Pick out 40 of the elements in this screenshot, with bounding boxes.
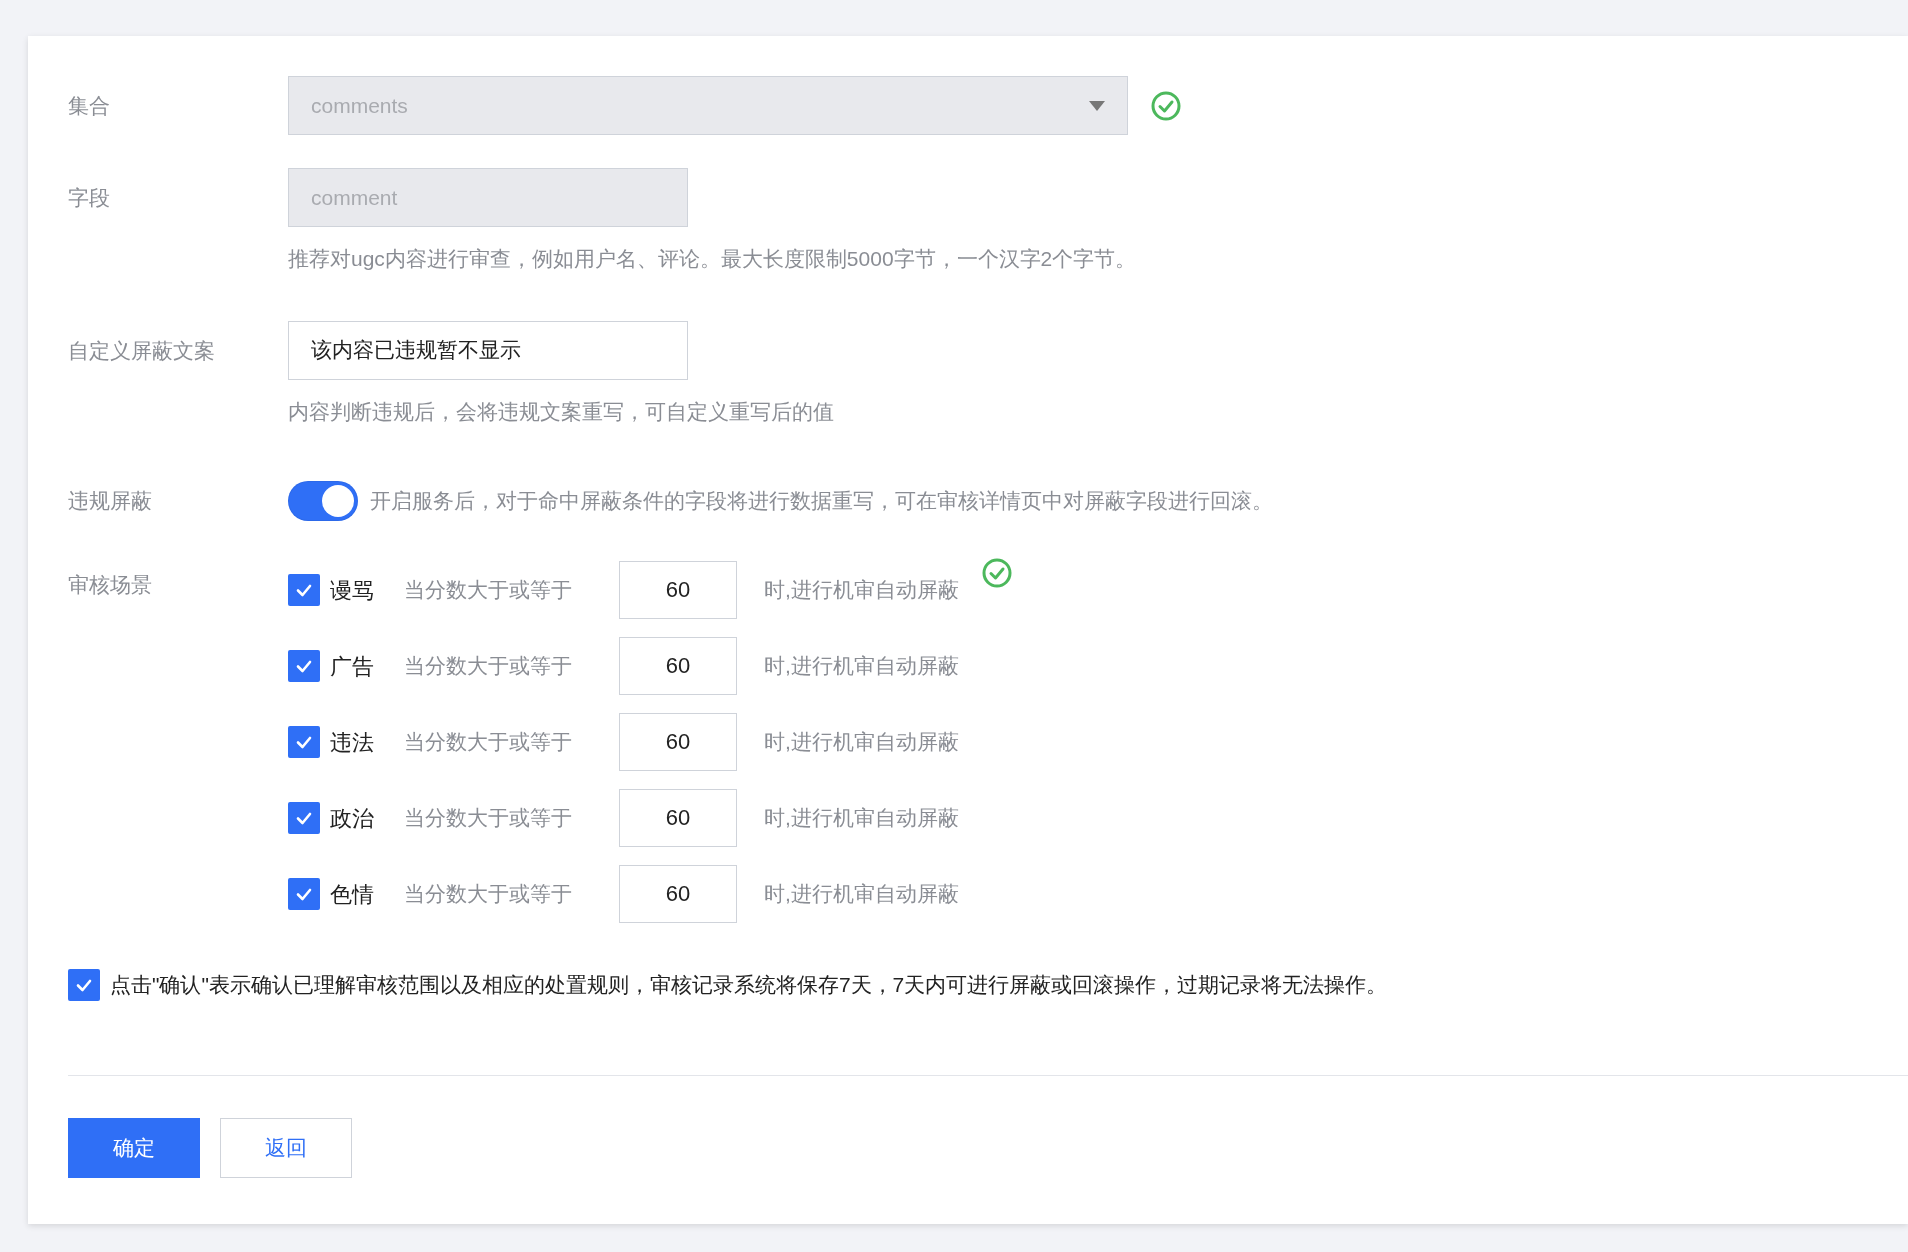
condition-text: 当分数大于或等于: [404, 653, 573, 680]
form-label: 集合: [68, 94, 110, 117]
condition-text: 时,进行机审自动屏蔽: [764, 577, 959, 604]
checkbox[interactable]: [288, 650, 320, 682]
checkbox[interactable]: [68, 969, 100, 1001]
checkbox[interactable]: [288, 726, 320, 758]
text-field[interactable]: 该内容已违规暂不显示: [288, 320, 688, 380]
score-field[interactable]: 60: [619, 865, 737, 923]
score-field[interactable]: 60: [619, 789, 737, 847]
confirm-button[interactable]: 确定: [68, 1118, 200, 1178]
checkbox[interactable]: [288, 574, 320, 606]
back-button[interactable]: 返回: [220, 1118, 352, 1178]
form-label: 自定义屏蔽文案: [68, 338, 215, 362]
scene-name: 色情: [330, 880, 375, 909]
condition-text: 当分数大于或等于: [404, 805, 573, 832]
condition-text: 当分数大于或等于: [404, 729, 573, 756]
form-label: 审核场景: [68, 573, 152, 596]
condition-text: 时,进行机审自动屏蔽: [764, 729, 959, 756]
condition-text: 时,进行机审自动屏蔽: [764, 653, 959, 680]
scene-name: 违法: [330, 728, 375, 757]
scene-name: 广告: [330, 652, 375, 681]
condition-text: 当分数大于或等于: [404, 577, 573, 604]
hint-text: 内容判断违规后，会将违规文案重写，可自定义重写后的值: [288, 398, 834, 425]
scene-name: 谩骂: [330, 576, 375, 605]
agreement-text: 点击"确认"表示确认已理解审核范围以及相应的处置规则，审核记录系统将保存7天，7天内可进行屏蔽或回滚操作，过期记录将无法操作。: [110, 972, 1388, 999]
condition-text: 时,进行机审自动屏蔽: [764, 805, 959, 832]
score-field[interactable]: 60: [619, 561, 737, 619]
scene-name: 政治: [330, 804, 375, 833]
form-label: 违规屏蔽: [68, 489, 152, 513]
score-field[interactable]: 60: [619, 637, 737, 695]
toggle-description: 开启服务后，对于命中屏蔽条件的字段将进行数据重写，可在审核详情页中对屏蔽字段进行回滚。: [370, 488, 1273, 515]
score-field[interactable]: 60: [619, 713, 737, 771]
checkbox[interactable]: [288, 802, 320, 834]
checkbox[interactable]: [288, 878, 320, 910]
condition-text: 当分数大于或等于: [404, 881, 573, 908]
condition-text: 时,进行机审自动屏蔽: [764, 881, 959, 908]
hint-text: 推荐对ugc内容进行审查，例如用户名、评论。最大长度限制5000字节，一个汉字2个字节。: [288, 246, 1137, 272]
caret-icon: [1089, 100, 1105, 111]
toggle-switch[interactable]: [288, 481, 358, 521]
form-label: 字段: [68, 186, 110, 209]
